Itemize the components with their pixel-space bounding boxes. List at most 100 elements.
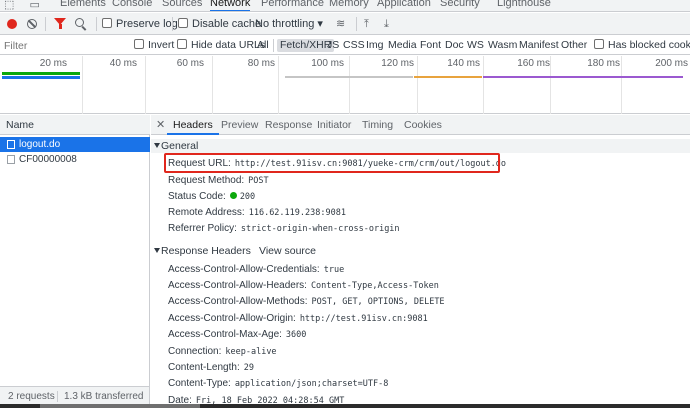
preserve-log-checkbox[interactable]: Preserve log bbox=[102, 17, 178, 31]
timeline-tick: 140 ms bbox=[447, 58, 480, 69]
filter-input[interactable] bbox=[4, 39, 124, 52]
header-value: 3600 bbox=[285, 330, 307, 340]
timeline-tick: 120 ms bbox=[381, 58, 414, 69]
referrer-policy-row: Referrer Policy: strict-origin-when-cross… bbox=[168, 222, 400, 235]
type-filter-manifest[interactable]: Manifest bbox=[519, 39, 559, 52]
tab-response[interactable]: Response bbox=[265, 119, 312, 131]
header-value: application/json;charset=UTF-8 bbox=[234, 379, 389, 389]
header-name: Access-Control-Allow-Headers: bbox=[168, 280, 307, 291]
type-filter-ws[interactable]: WS bbox=[467, 39, 484, 52]
remote-address-value: 116.62.119.238:9081 bbox=[248, 208, 346, 218]
tab-sources[interactable]: Sources bbox=[162, 0, 202, 9]
header-value: keep-alive bbox=[225, 347, 277, 357]
throttling-value: No throttling bbox=[255, 18, 315, 30]
divider bbox=[57, 391, 58, 402]
tab-network[interactable]: Network bbox=[210, 0, 251, 11]
tab-security[interactable]: Security bbox=[440, 0, 480, 9]
tab-application[interactable]: Application bbox=[377, 0, 431, 9]
devtools-tab-bar: ⬚ ▭ Elements Console Sources Network Per… bbox=[0, 0, 690, 12]
has-blocked-cookies-label: Has blocked cookies bbox=[608, 39, 690, 51]
response-header-row: Connection: keep-alive bbox=[168, 345, 277, 358]
timeline-overview[interactable]: 20 ms 40 ms 60 ms 80 ms 100 ms 120 ms 14… bbox=[0, 56, 690, 114]
timeline-tick: 160 ms bbox=[517, 58, 550, 69]
response-headers-section-header[interactable]: Response Headers View source bbox=[151, 244, 690, 258]
search-icon[interactable] bbox=[75, 18, 84, 27]
header-value: true bbox=[323, 265, 345, 275]
request-method-label: Request Method: bbox=[168, 175, 245, 186]
request-row-logout[interactable]: logout.do bbox=[0, 137, 150, 152]
timeline-gridline bbox=[417, 56, 418, 114]
network-conditions-icon[interactable]: ≋ bbox=[336, 17, 345, 31]
divider bbox=[356, 17, 357, 31]
tab-headers[interactable]: Headers bbox=[167, 119, 219, 135]
timeline-tick: 100 ms bbox=[311, 58, 344, 69]
type-filter-other[interactable]: Other bbox=[561, 39, 587, 52]
type-filter-img[interactable]: Img bbox=[366, 39, 384, 52]
request-name: logout.do bbox=[19, 139, 61, 150]
clear-icon[interactable] bbox=[27, 19, 37, 29]
tab-memory[interactable]: Memory bbox=[329, 0, 369, 9]
filter-icon[interactable] bbox=[54, 18, 66, 29]
header-name: Access-Control-Max-Age: bbox=[168, 329, 282, 340]
tab-console[interactable]: Console bbox=[112, 0, 152, 9]
type-filter-css[interactable]: CSS bbox=[343, 39, 365, 52]
export-har-icon[interactable]: ⤓ bbox=[384, 17, 389, 31]
status-code-value: 200 bbox=[239, 192, 256, 202]
response-header-row: Access-Control-Max-Age: 3600 bbox=[168, 328, 306, 341]
divider bbox=[273, 39, 274, 52]
filter-bar: Invert Hide data URLs All Fetch/XHR JS C… bbox=[0, 36, 690, 55]
disable-cache-label: Disable cache bbox=[192, 18, 262, 30]
caret-down-icon bbox=[154, 248, 160, 253]
header-name: Content-Type: bbox=[168, 378, 231, 389]
timeline-tick: 200 ms bbox=[655, 58, 688, 69]
timeline-bar-green bbox=[2, 72, 80, 75]
name-column-label: Name bbox=[6, 119, 35, 131]
request-url-highlight bbox=[164, 153, 500, 173]
request-method-value: POST bbox=[248, 176, 269, 186]
request-row-cf[interactable]: CF00000008 bbox=[0, 152, 150, 167]
timeline-gridline bbox=[82, 56, 83, 114]
timeline-tick: 40 ms bbox=[109, 58, 137, 69]
hide-data-urls-checkbox[interactable]: Hide data URLs bbox=[177, 39, 265, 52]
record-icon[interactable] bbox=[7, 19, 17, 29]
tab-performance[interactable]: Performance bbox=[261, 0, 324, 9]
response-header-row: Content-Type: application/json;charset=UT… bbox=[168, 377, 388, 390]
timeline-tick: 80 ms bbox=[247, 58, 275, 69]
general-section-header[interactable]: General bbox=[151, 139, 690, 153]
preserve-log-label: Preserve log bbox=[116, 18, 178, 30]
tab-cookies[interactable]: Cookies bbox=[404, 119, 442, 131]
header-name: Access-Control-Allow-Methods: bbox=[168, 296, 308, 307]
timeline-tick: 180 ms bbox=[587, 58, 620, 69]
response-headers-title: Response Headers bbox=[161, 245, 251, 257]
disable-cache-checkbox[interactable]: Disable cache bbox=[178, 17, 261, 31]
tab-preview[interactable]: Preview bbox=[221, 119, 258, 131]
tab-initiator[interactable]: Initiator bbox=[317, 119, 351, 131]
type-filter-js[interactable]: JS bbox=[327, 39, 339, 52]
header-value: Content-Type,Access-Token bbox=[310, 281, 439, 291]
type-filter-all[interactable]: All bbox=[257, 39, 269, 52]
tab-timing[interactable]: Timing bbox=[362, 119, 393, 131]
type-filter-media[interactable]: Media bbox=[388, 39, 417, 52]
has-blocked-cookies-checkbox[interactable]: Has blocked cookies bbox=[594, 39, 690, 52]
tab-lighthouse[interactable]: Lighthouse bbox=[497, 0, 551, 9]
file-icon bbox=[7, 155, 15, 164]
tab-elements[interactable]: Elements bbox=[60, 0, 106, 9]
type-filter-fetch-xhr[interactable]: Fetch/XHR bbox=[277, 39, 335, 52]
type-filter-wasm[interactable]: Wasm bbox=[488, 39, 517, 52]
import-har-icon[interactable]: ⤒ bbox=[364, 17, 369, 31]
name-column-header[interactable]: Name bbox=[0, 115, 150, 135]
inspect-device-icons[interactable]: ⬚ ▭ bbox=[4, 0, 46, 11]
timeline-bar-blue bbox=[2, 76, 80, 79]
status-ok-icon bbox=[229, 192, 237, 199]
timeline-gridline bbox=[212, 56, 213, 114]
invert-checkbox[interactable]: Invert bbox=[134, 39, 174, 52]
view-source-link[interactable]: View source bbox=[259, 244, 316, 258]
type-filter-font[interactable]: Font bbox=[420, 39, 441, 52]
close-icon[interactable]: ✕ bbox=[156, 118, 165, 131]
type-filter-doc[interactable]: Doc bbox=[445, 39, 464, 52]
timeline-bar-purple bbox=[483, 76, 683, 78]
header-value: POST, GET, OPTIONS, DELETE bbox=[311, 297, 445, 307]
response-header-row: Access-Control-Allow-Headers: Content-Typ… bbox=[168, 279, 439, 292]
throttling-select[interactable]: No throttling ▾ bbox=[255, 17, 323, 31]
referrer-policy-value: strict-origin-when-cross-origin bbox=[240, 224, 400, 234]
